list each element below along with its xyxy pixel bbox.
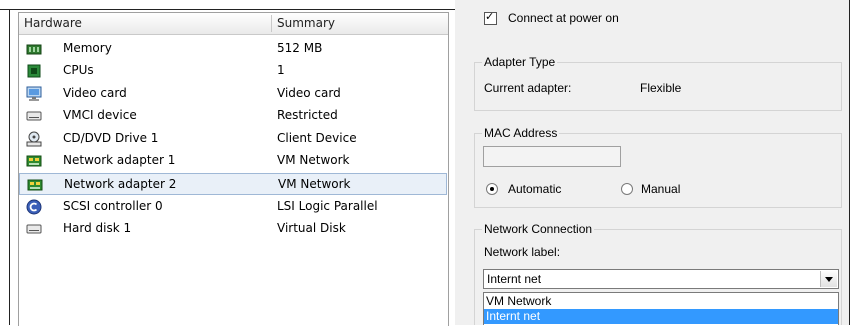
scsi-controller-icon [26,199,42,215]
hardware-list[interactable]: Hardware Summary Memory 512 MB CPUs 1 Vi… [18,12,449,326]
hardware-summary: VM Network [278,177,351,191]
network-label-dropdown[interactable]: Internt net [483,269,839,289]
hardware-name: Memory [63,41,112,55]
option-internt-net[interactable]: Internt net [484,309,838,324]
manual-label[interactable]: Manual [641,182,680,196]
network-label-caption: Network label: [484,245,561,259]
window-left-border [9,9,10,325]
vmci-device-icon [26,111,42,121]
column-header-summary[interactable]: Summary [277,16,335,30]
hardware-row-cpus[interactable]: CPUs 1 [19,60,447,82]
adapter-type-title: Adapter Type [482,55,558,69]
automatic-label[interactable]: Automatic [508,182,561,196]
video-card-icon [26,86,42,101]
hardware-summary: VM Network [277,153,350,167]
hardware-summary: 1 [277,63,285,77]
hardware-summary: Restricted [277,108,338,122]
hardware-row-vmci-device[interactable]: VMCI device Restricted [19,105,447,127]
network-label-value: Internt net [487,272,542,286]
hardware-row-network-adapter-1[interactable]: Network adapter 1 VM Network [19,150,447,172]
adapter-details-panel: Connect at power on Adapter Type Current… [455,0,849,325]
hardware-summary: Video card [277,86,341,100]
hardware-row-hard-disk[interactable]: Hard disk 1 Virtual Disk [19,218,447,240]
connect-at-power-on-label: Connect at power on [508,11,619,25]
hardware-name: CPUs [63,63,94,77]
hardware-name: Network adapter 2 [64,177,177,191]
network-connection-title: Network Connection [482,222,595,236]
hardware-summary: Virtual Disk [277,221,346,235]
hardware-summary: 512 MB [277,41,323,55]
option-vm-network[interactable]: VM Network [484,294,838,309]
hard-disk-icon [26,224,42,234]
automatic-radio[interactable] [486,183,498,195]
connect-at-power-on-checkbox[interactable] [484,10,497,25]
current-adapter-label: Current adapter: [484,81,572,95]
manual-radio[interactable] [621,183,633,195]
hardware-name: Network adapter 1 [63,153,176,167]
hardware-name: CD/DVD Drive 1 [63,131,159,145]
mac-address-group: MAC Address [474,126,842,208]
cd-dvd-drive-icon [26,131,42,147]
hardware-summary: Client Device [277,131,357,145]
hardware-name: Video card [63,86,127,100]
memory-icon [26,44,42,55]
hardware-list-header: Hardware Summary [19,13,448,35]
vm-properties-window: Hardware Summary Memory 512 MB CPUs 1 Vi… [0,0,850,326]
current-adapter-value: Flexible [640,81,682,95]
hardware-summary: LSI Logic Parallel [277,199,378,213]
hardware-row-memory[interactable]: Memory 512 MB [19,38,447,60]
network-label-options-list[interactable]: VM Network Internt net [483,292,839,325]
column-header-hardware[interactable]: Hardware [24,16,82,30]
network-adapter-icon [26,155,42,167]
hardware-name: VMCI device [63,108,137,122]
cpu-icon [27,64,41,78]
hardware-name: Hard disk 1 [63,221,132,235]
hardware-row-video-card[interactable]: Video card Video card [19,83,447,105]
hardware-row-network-adapter-2[interactable]: Network adapter 2 VM Network [19,173,447,195]
mac-address-title: MAC Address [482,126,560,140]
mac-address-input[interactable] [483,146,621,167]
network-adapter-icon [27,179,43,191]
hardware-row-cd-dvd-drive[interactable]: CD/DVD Drive 1 Client Device [19,128,447,150]
chevron-down-icon[interactable] [820,271,837,287]
column-separator[interactable] [271,15,272,32]
hardware-name: SCSI controller 0 [63,199,163,213]
hardware-row-scsi-controller[interactable]: SCSI controller 0 LSI Logic Parallel [19,196,447,218]
